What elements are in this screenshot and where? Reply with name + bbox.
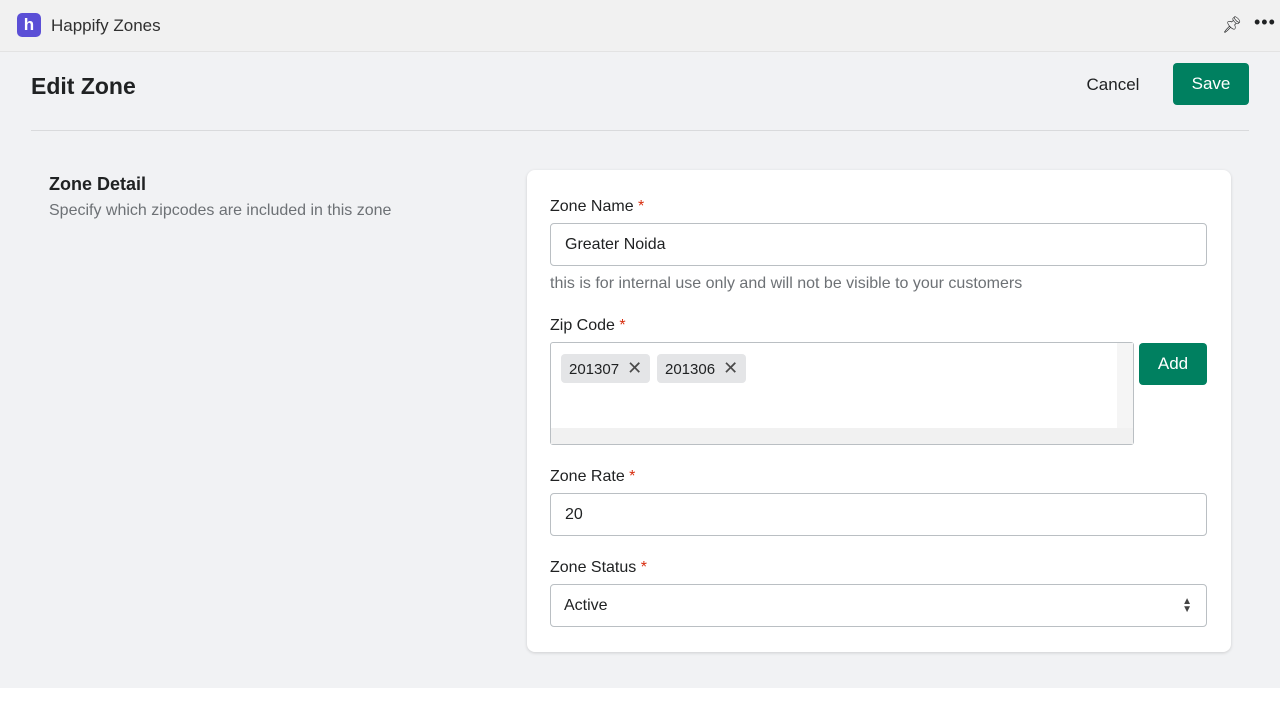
app-title: Happify Zones [51,16,161,35]
remove-tag-icon[interactable]: ✕ [627,358,642,378]
app-logo: h [17,13,41,37]
zone-status-label: Zone Status * [550,559,647,576]
zone-form-card: Zone Name * this is for internal use onl… [527,170,1231,652]
zip-tag: 201306 ✕ [657,354,747,383]
pin-icon[interactable]: 📌︎ [1222,15,1242,35]
zone-rate-input[interactable] [550,493,1207,536]
zip-code-input[interactable]: 201307 ✕ 201306 ✕ [550,342,1134,445]
zone-status-select[interactable]: Active ▲ ▼ [550,584,1207,627]
zone-name-label: Zone Name * [550,198,645,215]
select-arrows-icon: ▲ ▼ [1182,596,1192,615]
cancel-button[interactable]: Cancel [1076,72,1150,98]
zone-rate-label: Zone Rate * [550,468,636,485]
divider [31,130,1249,131]
zip-code-label: Zip Code * [550,317,626,334]
more-icon[interactable]: ••• [1254,12,1276,33]
main-content: Edit Zone Cancel Save Zone Detail Specif… [0,52,1280,688]
add-zip-button[interactable]: Add [1139,343,1207,385]
remove-tag-icon[interactable]: ✕ [723,358,738,378]
zone-name-help: this is for internal use only and will n… [550,275,1023,292]
horizontal-scrollbar[interactable] [551,428,1133,444]
save-button[interactable]: Save [1173,63,1249,105]
section-title: Zone Detail [49,174,147,194]
zip-tag: 201307 ✕ [561,354,651,383]
section-description: Specify which zipcodes are included in t… [49,202,392,219]
page-title: Edit Zone [31,73,136,99]
vertical-scrollbar[interactable] [1117,343,1133,428]
zone-name-input[interactable] [550,223,1207,266]
app-header: h Happify Zones 📌︎ ••• [0,0,1280,52]
